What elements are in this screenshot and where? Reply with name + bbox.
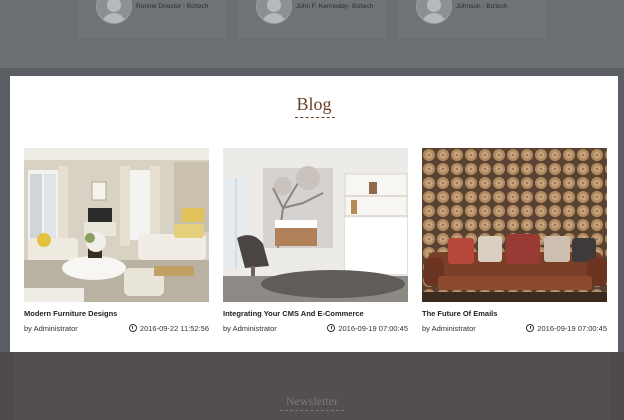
testimonial-name: Johnson - Biztech <box>456 3 508 10</box>
blog-post-title[interactable]: Integrating Your CMS And E-Commerce <box>223 309 364 318</box>
blog-post-date-text: 2016-09-19 07:00:45 <box>537 324 607 333</box>
testimonial-card: Ronnie Director - Biztech <box>78 0 226 38</box>
living-room-photo[interactable] <box>24 148 209 302</box>
blog-post[interactable]: Modern Furniture Designs by Administrato… <box>24 148 209 338</box>
clock-icon <box>327 324 336 332</box>
blog-post-title[interactable]: The Future Of Emails <box>422 309 497 318</box>
newsletter-underline <box>280 410 344 411</box>
clock-icon <box>526 324 535 332</box>
blog-modal: Blog Modern Furniture Designs by Adminis… <box>10 76 618 352</box>
blog-post-date: 2016-09-19 07:00:45 <box>526 324 607 333</box>
blog-post-date-text: 2016-09-22 11:52:56 <box>139 324 209 333</box>
avatar <box>416 0 452 24</box>
clock-icon <box>128 324 137 332</box>
blog-post-date: 2016-09-22 11:52:56 <box>128 324 209 333</box>
blog-post-author: by Administrator <box>24 324 78 333</box>
testimonial-name: Ronnie Director - Biztech <box>136 3 209 10</box>
avatar <box>256 0 292 24</box>
testimonial-card: John F. Kenneddy- Biztech <box>238 0 386 38</box>
blog-title: Blog <box>296 94 332 114</box>
testimonial-card: Johnson - Biztech <box>398 0 546 38</box>
blog-post-date-text: 2016-09-19 07:00:45 <box>338 324 408 333</box>
avatar <box>96 0 132 24</box>
blog-post[interactable]: The Future Of Emails by Administrator 20… <box>422 148 607 338</box>
testimonial-name: John F. Kenneddy- Biztech <box>296 3 374 10</box>
blog-post-author: by Administrator <box>422 324 476 333</box>
white-interior-photo[interactable] <box>223 148 408 302</box>
blog-post-author: by Administrator <box>223 324 277 333</box>
blog-post[interactable]: Integrating Your CMS And E-Commerce by A… <box>223 148 408 338</box>
blog-post-title[interactable]: Modern Furniture Designs <box>24 309 117 318</box>
blog-post-date: 2016-09-19 07:00:45 <box>327 324 408 333</box>
testimonials-section: Ronnie Director - Biztech John F. Kenned… <box>0 0 624 68</box>
wood-log-wall-sofa-photo[interactable] <box>422 148 607 302</box>
newsletter-title: Newsletter <box>286 394 338 408</box>
blog-title-underline <box>295 117 335 118</box>
